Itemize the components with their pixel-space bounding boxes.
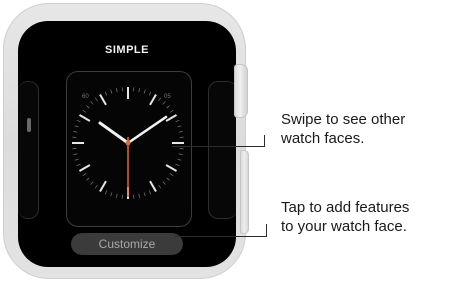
minute-tick	[169, 173, 174, 177]
hour-tick	[149, 180, 157, 192]
swipe-callout-line2: watch faces.	[281, 130, 365, 147]
customize-button[interactable]: Customize	[71, 233, 183, 255]
minute-tick	[143, 89, 146, 94]
next-face-preview[interactable]	[208, 81, 236, 219]
minute-tick	[110, 192, 113, 197]
minute-tick	[178, 130, 183, 133]
minute-tick	[175, 119, 180, 123]
minute-tick	[86, 177, 90, 181]
minute-tick	[166, 105, 170, 109]
minute-tick	[86, 105, 90, 109]
dial-minute-number: 60	[82, 94, 89, 100]
minute-tick	[74, 158, 79, 161]
minute-tick	[94, 184, 98, 189]
minute-tick	[177, 158, 182, 161]
minute-tick	[138, 88, 141, 93]
minute-tick	[94, 97, 98, 102]
minute-tick	[110, 89, 113, 94]
minute-tick	[169, 109, 174, 113]
center-cap	[125, 140, 131, 146]
tap-callout-line	[175, 236, 267, 237]
analog-dial: 60 05	[72, 87, 184, 199]
minute-tick	[73, 130, 78, 133]
hour-tick	[79, 164, 91, 172]
minute-tick	[177, 125, 182, 128]
minute-tick	[158, 97, 162, 102]
previous-face-preview[interactable]	[18, 81, 39, 219]
minute-tick	[76, 163, 81, 167]
minute-hand	[126, 115, 168, 145]
minute-tick	[104, 91, 108, 96]
minute-tick	[178, 153, 183, 156]
hour-tick	[99, 94, 107, 106]
complication-indicator	[27, 118, 31, 132]
hour-hand	[98, 121, 130, 145]
tap-callout-line-elbow	[266, 224, 267, 237]
minute-tick	[166, 177, 170, 181]
digital-crown[interactable]	[234, 64, 248, 118]
hour-tick	[165, 164, 177, 172]
minute-tick	[104, 190, 108, 195]
tap-callout-line1: Tap to add features	[281, 199, 410, 216]
minute-tick	[143, 192, 146, 197]
minute-tick	[76, 119, 81, 123]
minute-tick	[148, 190, 152, 195]
minute-tick	[82, 109, 87, 113]
minute-tick	[175, 163, 180, 167]
side-button[interactable]	[240, 150, 249, 234]
hour-tick	[99, 180, 107, 192]
watch-face-title: SIMPLE	[105, 44, 149, 56]
swipe-callout-line	[172, 146, 264, 147]
watch-case: SIMPLE 60 05 Customize	[3, 3, 246, 279]
swipe-callout-line1: Swipe to see other	[281, 111, 406, 128]
hour-tick	[79, 114, 91, 122]
minute-tick	[158, 184, 162, 189]
minute-tick	[115, 193, 118, 198]
minute-tick	[148, 91, 152, 96]
minute-tick	[90, 101, 94, 105]
dial-minute-number: 05	[164, 94, 171, 100]
swipe-callout-line-elbow	[264, 135, 265, 147]
minute-tick	[73, 153, 78, 156]
apple-watch-illustration: SIMPLE 60 05 Customize Swipe to see othe…	[0, 0, 455, 282]
minute-tick	[115, 88, 118, 93]
minute-tick	[74, 125, 79, 128]
watch-screen[interactable]: SIMPLE 60 05 Customize	[18, 21, 236, 267]
minute-tick	[138, 193, 141, 198]
hour-tick	[149, 94, 157, 106]
tap-callout-line2: to your watch face.	[281, 218, 407, 235]
hour-tick	[165, 114, 177, 122]
minute-tick	[162, 181, 166, 185]
minute-tick	[90, 181, 94, 185]
minute-tick	[162, 101, 166, 105]
minute-tick	[82, 173, 87, 177]
